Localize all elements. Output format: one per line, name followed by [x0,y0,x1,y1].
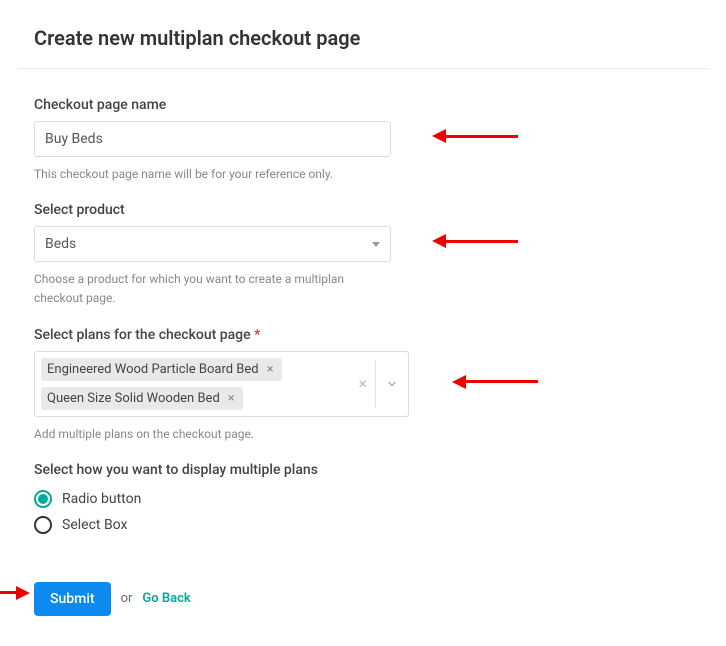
name-label: Checkout page name [34,97,692,113]
display-label: Select how you want to display multiple … [34,462,692,478]
clear-all-icon[interactable]: × [350,352,375,416]
field-group-product: Select product Beds Choose a product for… [34,202,692,308]
plan-chip: Queen Size Solid Wooden Bed × [41,387,243,410]
name-input[interactable] [34,121,391,157]
product-select[interactable]: Beds [34,226,391,262]
radio-option-label: Radio button [62,491,141,507]
radio-option-radio-button[interactable]: Radio button [34,490,692,508]
remove-chip-icon[interactable]: × [226,391,237,406]
radio-option-label: Select Box [62,517,127,533]
submit-button[interactable]: Submit [34,582,111,616]
required-marker: * [254,327,260,343]
product-value: Beds [45,236,76,252]
plans-label: Select plans for the checkout page * [34,327,692,343]
form-footer: Submit or Go Back [0,562,726,646]
annotation-arrow-2 [432,234,518,248]
chevron-down-icon [386,378,398,390]
go-back-link[interactable]: Go Back [142,591,190,606]
display-radio-group: Radio button Select Box [34,490,692,534]
radio-option-select-box[interactable]: Select Box [34,516,692,534]
product-label: Select product [34,202,692,218]
field-group-plans: Select plans for the checkout page * Eng… [34,327,692,444]
radio-icon-unselected [34,516,52,534]
plans-chips: Engineered Wood Particle Board Bed × Que… [35,352,350,416]
page-title: Create new multiplan checkout page [34,26,692,50]
field-group-display: Select how you want to display multiple … [34,462,692,534]
chevron-down-icon [372,242,380,247]
multiselect-dropdown-toggle[interactable] [376,352,408,416]
plans-helper: Add multiple plans on the checkout page. [34,425,394,444]
name-helper: This checkout page name will be for your… [34,165,394,184]
form-body: Checkout page name This checkout page na… [0,69,726,562]
plans-multiselect[interactable]: Engineered Wood Particle Board Bed × Que… [34,351,409,417]
page-header: Create new multiplan checkout page [0,0,726,68]
annotation-arrow-4 [0,586,30,600]
annotation-arrow-3 [452,375,538,389]
plan-chip-label: Queen Size Solid Wooden Bed [47,391,220,406]
plan-chip-label: Engineered Wood Particle Board Bed [47,362,259,377]
plan-chip: Engineered Wood Particle Board Bed × [41,358,282,381]
product-helper: Choose a product for which you want to c… [34,270,394,308]
remove-chip-icon[interactable]: × [265,362,276,377]
or-text: or [121,591,133,606]
annotation-arrow-1 [432,129,518,143]
field-group-name: Checkout page name This checkout page na… [34,97,692,184]
radio-icon-selected [34,490,52,508]
